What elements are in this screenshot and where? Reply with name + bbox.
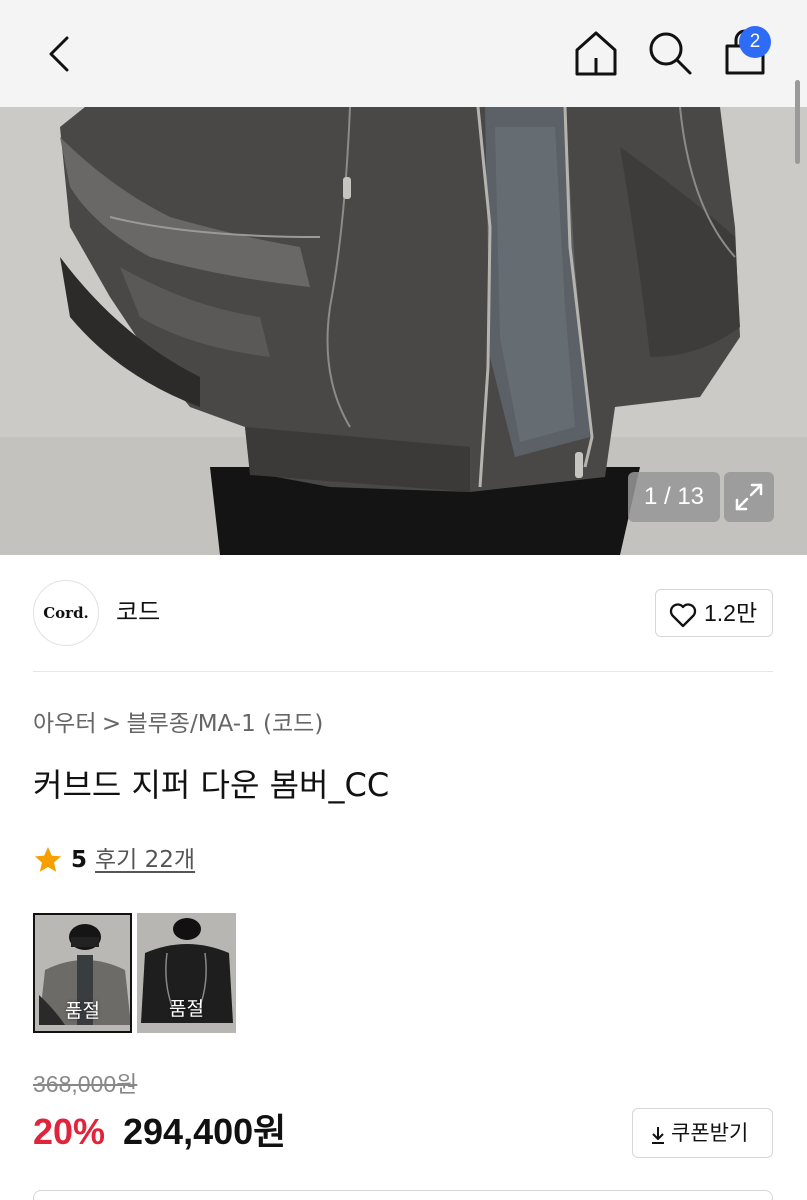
brand-name[interactable]: 코드 xyxy=(116,597,160,627)
search-button[interactable] xyxy=(647,30,693,76)
brand-logo[interactable]: Cord. xyxy=(33,580,99,646)
breadcrumb-item-outer[interactable]: 아우터 xyxy=(33,711,96,737)
search-icon xyxy=(649,32,692,75)
soldout-label: 품절 xyxy=(65,1000,100,1022)
color-option-black[interactable]: 품절 xyxy=(137,913,236,1033)
home-button[interactable] xyxy=(572,28,620,78)
like-count: 1.2만 xyxy=(704,600,758,626)
discount-rate: 20% xyxy=(33,1111,106,1152)
image-counter: 1 / 13 xyxy=(628,472,720,522)
heart-outline-icon xyxy=(669,603,697,628)
breadcrumb-separator: > xyxy=(101,711,122,737)
like-button[interactable]: 1.2만 xyxy=(655,589,773,637)
cart-count-badge: 2 xyxy=(739,26,771,58)
review-count-link[interactable]: 후기 22개 xyxy=(95,842,195,878)
expand-icon xyxy=(735,483,763,511)
original-price: 368,000원 xyxy=(33,1071,138,1097)
home-icon xyxy=(575,31,617,76)
rating-score: 5 xyxy=(71,847,88,873)
page-scrollbar[interactable] xyxy=(795,80,800,164)
coupon-download-button[interactable]: 쿠폰받기 xyxy=(632,1108,773,1158)
expand-image-button[interactable] xyxy=(724,472,774,522)
breadcrumb-item-category[interactable]: 블루종/MA-1 (코드) xyxy=(126,711,323,737)
star-icon xyxy=(35,847,61,872)
next-section-container xyxy=(33,1190,773,1200)
product-title: 커브드 지퍼 다운 봄버_CC xyxy=(33,766,390,804)
soldout-label: 품절 xyxy=(169,998,204,1020)
coupon-button-label: 쿠폰받기 xyxy=(671,1121,749,1145)
download-arrow-icon xyxy=(652,1127,664,1144)
breadcrumb: 아우터 > 블루종/MA-1 (코드) xyxy=(33,706,323,742)
chevron-left-icon xyxy=(49,36,69,72)
back-button[interactable] xyxy=(38,30,82,78)
section-divider xyxy=(33,671,773,672)
color-option-gray[interactable]: 품절 xyxy=(33,913,132,1033)
sale-price: 294,400원 xyxy=(123,1111,287,1152)
